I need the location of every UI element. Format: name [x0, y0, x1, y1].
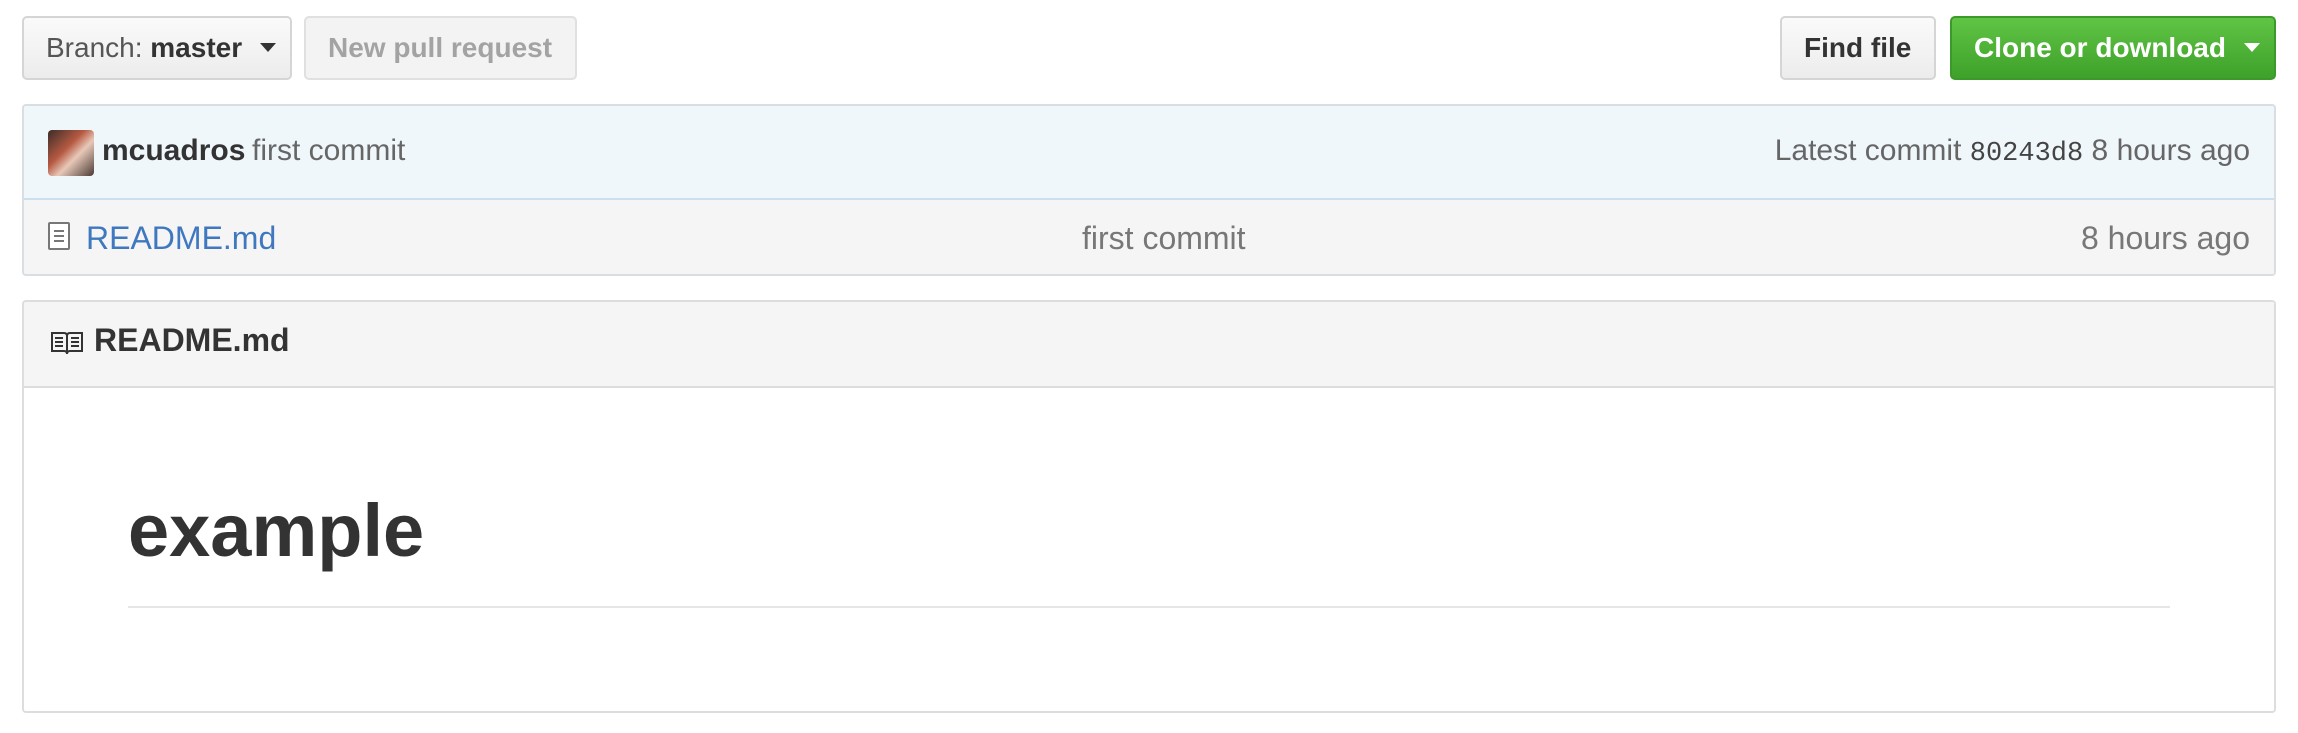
- file-name-link[interactable]: README.md: [86, 220, 276, 257]
- find-file-button[interactable]: Find file: [1780, 16, 1936, 80]
- branch-select-button[interactable]: Branch: master: [22, 16, 292, 80]
- branch-name: master: [150, 32, 243, 63]
- file-list: mcuadros first commit Latest commit 8024…: [22, 104, 2276, 276]
- caret-down-icon: [259, 43, 276, 53]
- commit-sha[interactable]: 80243d8: [1970, 139, 2083, 169]
- avatar[interactable]: [48, 130, 94, 176]
- caret-down-icon: [2243, 43, 2260, 53]
- repo-file-browser: Branch: master New pull request Find fil…: [0, 0, 2298, 733]
- commit-author[interactable]: mcuadros: [102, 134, 245, 168]
- clone-or-download-button[interactable]: Clone or download: [1950, 16, 2276, 80]
- file-commit-message[interactable]: first commit: [1082, 220, 1246, 257]
- latest-commit-prefix: Latest commit: [1774, 134, 1962, 167]
- readme-body: example: [24, 388, 2274, 711]
- readme-panel: README.md example: [22, 300, 2276, 713]
- latest-commit-bar: mcuadros first commit Latest commit 8024…: [24, 106, 2274, 200]
- book-icon: [51, 332, 83, 355]
- file-age: 8 hours ago: [2080, 220, 2250, 256]
- readme-heading: example: [128, 489, 425, 572]
- readme-title: README.md: [94, 322, 290, 358]
- branch-prefix: Branch:: [46, 32, 143, 63]
- new-pull-request-button[interactable]: New pull request: [304, 16, 577, 80]
- readme-header: README.md: [24, 302, 2274, 388]
- latest-commit-info: Latest commit 80243d8 8 hours ago: [1775, 134, 2250, 169]
- file-icon: [48, 222, 70, 250]
- commit-message[interactable]: first commit: [252, 134, 405, 168]
- heading-divider: [128, 606, 2170, 608]
- table-row: README.md first commit 8 hours ago: [24, 200, 2274, 274]
- commit-age: 8 hours ago: [2091, 134, 2250, 167]
- clone-label: Clone or download: [1974, 32, 2226, 63]
